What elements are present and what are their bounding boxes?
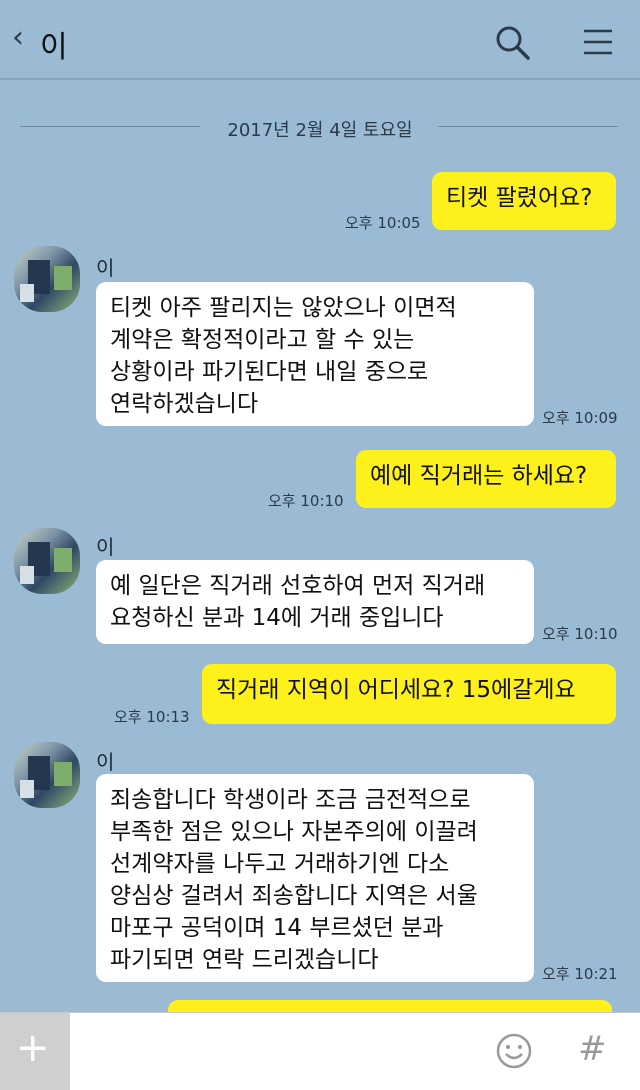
message-time: 오후 10:09: [542, 409, 618, 427]
attach-button[interactable]: +: [0, 1013, 70, 1090]
message-time: 오후 10:13: [114, 708, 190, 726]
message-bubble-outgoing[interactable]: 직거래 지역이 어디세요? 15에갈게요: [202, 664, 616, 724]
message-time: 오후 10:05: [345, 214, 421, 232]
hashtag-button[interactable]: #: [578, 1029, 607, 1069]
plus-icon: +: [16, 1025, 50, 1071]
message-time: 오후 10:10: [268, 492, 344, 510]
avatar[interactable]: [14, 246, 80, 312]
message-input[interactable]: [80, 1023, 480, 1080]
back-button[interactable]: ‹: [12, 20, 24, 55]
emoji-icon[interactable]: [494, 1031, 534, 1071]
divider-line-right: [438, 126, 618, 127]
sender-name: 이: [96, 256, 115, 280]
message-bubble-incoming[interactable]: 예 일단은 직거래 선호하여 먼저 직거래 요청하신 분과 14에 거래 중입니…: [96, 560, 534, 644]
input-bar: + #: [0, 1012, 640, 1090]
sender-name: 이: [96, 750, 115, 774]
message-time: 오후 10:21: [542, 965, 618, 983]
message-bubble-incoming[interactable]: 죄송합니다 학생이라 조금 금전적으로 부족한 점은 있으나 자본주의에 이끌려…: [96, 774, 534, 982]
chat-header: ‹ 이: [0, 0, 640, 80]
chat-title: 이: [40, 30, 68, 65]
message-bubble-outgoing[interactable]: 티켓 팔렸어요?: [432, 172, 616, 230]
avatar[interactable]: [14, 742, 80, 808]
menu-icon[interactable]: [578, 22, 618, 62]
avatar[interactable]: [14, 528, 80, 594]
date-text: 2017년 2월 4일 토요일: [227, 120, 413, 141]
message-time: 오후 10:10: [542, 625, 618, 643]
date-divider: 2017년 2월 4일 토요일: [0, 112, 640, 142]
search-icon[interactable]: [492, 22, 532, 62]
sender-name: 이: [96, 535, 115, 559]
message-bubble-outgoing[interactable]: 예예 직거래는 하세요?: [356, 450, 616, 508]
message-bubble-incoming[interactable]: 티켓 아주 팔리지는 않았으나 이면적 계약은 확정적이라고 할 수 있는 상황…: [96, 282, 534, 426]
